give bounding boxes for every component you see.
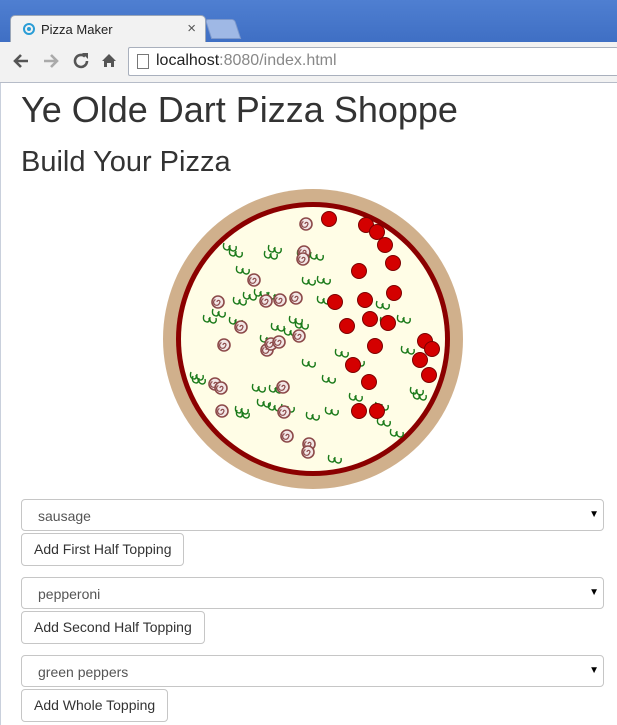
- browser-toolbar: localhost:8080/index.html: [0, 42, 617, 83]
- caret-down-icon: ▼: [589, 509, 599, 520]
- second-half-topping-value: pepperoni: [38, 586, 101, 602]
- pepperoni-topping: [351, 263, 367, 279]
- pepperoni-topping: [339, 318, 355, 334]
- new-tab-button[interactable]: [204, 19, 242, 39]
- pepperoni-topping: [351, 403, 367, 419]
- sausage-topping: [280, 429, 294, 443]
- dart-favicon-icon: [23, 23, 35, 35]
- pepperoni-topping: [412, 352, 428, 368]
- sausage-topping: [272, 335, 286, 349]
- url-text: localhost:8080/index.html: [156, 52, 337, 70]
- pepperoni-topping: [377, 237, 393, 253]
- page-content: Ye Olde Dart Pizza Shoppe Build Your Piz…: [0, 83, 617, 725]
- reload-icon[interactable]: [70, 50, 92, 72]
- pepperoni-topping: [386, 285, 402, 301]
- pepperoni-topping: [369, 403, 385, 419]
- browser-chrome: Pizza Maker × localhost:8080/index.html: [0, 0, 617, 83]
- url-host: localhost: [156, 52, 220, 69]
- address-bar[interactable]: localhost:8080/index.html: [128, 47, 617, 76]
- pizza-canvas: [163, 189, 463, 489]
- pepperoni-topping: [327, 294, 343, 310]
- sausage-topping: [299, 217, 313, 231]
- pepperoni-topping: [380, 315, 396, 331]
- pepperoni-topping: [369, 224, 385, 240]
- sausage-topping: [289, 291, 303, 305]
- pepperoni-topping: [357, 292, 373, 308]
- whole-topping-select[interactable]: green peppers ▼: [21, 655, 604, 687]
- url-path: :8080/index.html: [219, 52, 337, 69]
- pepperoni-topping: [361, 374, 377, 390]
- sausage-topping: [234, 320, 248, 334]
- sausage-topping: [292, 329, 306, 343]
- first-half-topping-value: sausage: [38, 508, 91, 524]
- sausage-topping: [211, 295, 225, 309]
- back-arrow-icon[interactable]: [10, 50, 32, 72]
- add-whole-topping-button[interactable]: Add Whole Topping: [21, 689, 169, 722]
- sausage-topping: [277, 405, 291, 419]
- sausage-topping: [215, 404, 229, 418]
- sausage-topping: [276, 380, 290, 394]
- caret-down-icon: ▼: [589, 587, 599, 598]
- first-half-topping-select[interactable]: sausage ▼: [21, 499, 604, 531]
- whole-topping-value: green peppers: [38, 664, 129, 680]
- pepperoni-topping: [424, 341, 440, 357]
- sausage-topping: [273, 293, 287, 307]
- caret-down-icon: ▼: [589, 665, 599, 676]
- sausage-topping: [301, 445, 315, 459]
- sausage-topping: [214, 381, 228, 395]
- tab-pizza-maker[interactable]: Pizza Maker ×: [10, 15, 206, 43]
- second-half-topping-select[interactable]: pepperoni ▼: [21, 577, 604, 609]
- add-second-half-topping-button[interactable]: Add Second Half Topping: [21, 611, 205, 644]
- tab-title: Pizza Maker: [41, 22, 113, 37]
- sausage-topping: [217, 338, 231, 352]
- home-icon[interactable]: [98, 50, 120, 72]
- close-icon[interactable]: ×: [187, 20, 196, 38]
- pizza-cheese: [181, 207, 445, 471]
- pepperoni-topping: [362, 311, 378, 327]
- pepperoni-topping: [321, 211, 337, 227]
- tab-strip: Pizza Maker ×: [0, 0, 617, 43]
- pepperoni-topping: [385, 255, 401, 271]
- sausage-topping: [296, 252, 310, 266]
- page-title: Ye Olde Dart Pizza Shoppe: [21, 89, 458, 130]
- sausage-topping: [259, 294, 273, 308]
- pepperoni-topping: [421, 367, 437, 383]
- pepperoni-topping: [345, 357, 361, 373]
- page-subtitle: Build Your Pizza: [21, 146, 231, 178]
- page-icon: [137, 54, 149, 69]
- forward-arrow-icon[interactable]: [40, 50, 62, 72]
- pepperoni-topping: [367, 338, 383, 354]
- add-first-half-topping-button[interactable]: Add First Half Topping: [21, 533, 185, 566]
- sausage-topping: [247, 273, 261, 287]
